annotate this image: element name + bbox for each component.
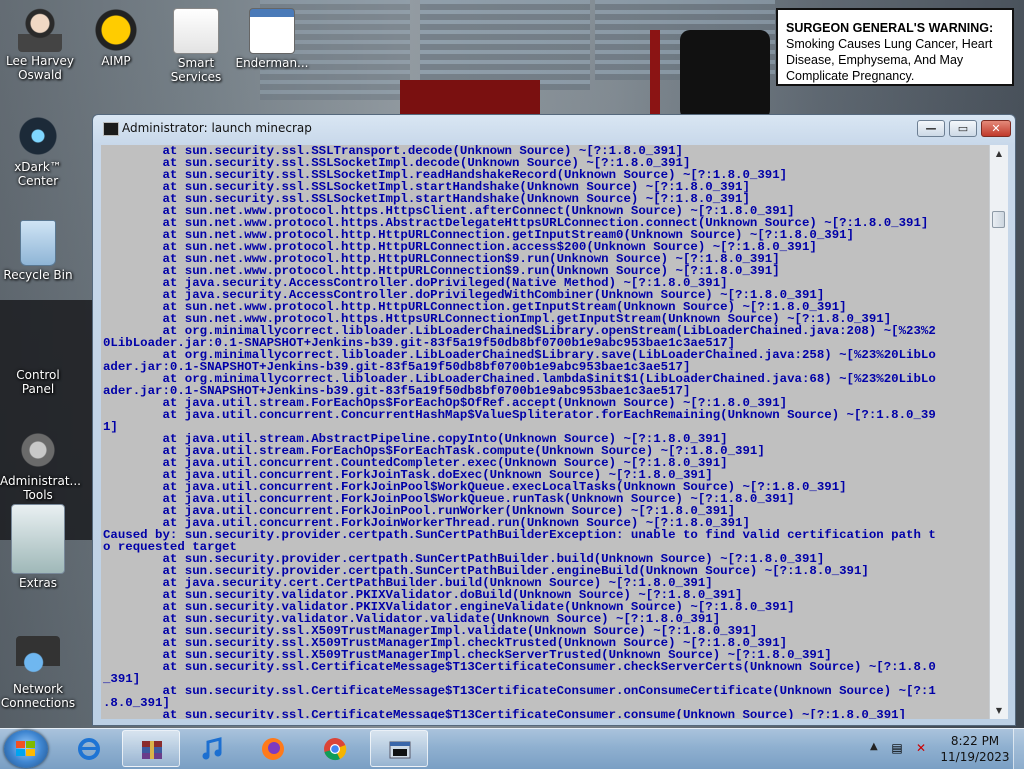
- surgeon-general-warning: SURGEON GENERAL'S WARNING: Smoking Cause…: [776, 8, 1014, 86]
- close-button[interactable]: ✕: [981, 120, 1011, 137]
- chrome-icon: [324, 738, 347, 761]
- desktop-icon-administrative-tools[interactable]: Administrat... Tools: [0, 428, 81, 502]
- console-output[interactable]: at sun.security.ssl.SSLTransport.decode(…: [101, 145, 989, 719]
- desktop-icon-label: xDark™ Center: [14, 160, 62, 188]
- console-window[interactable]: Administrator: launch minecrap — ▭ ✕ at …: [92, 114, 1016, 726]
- archive-icon: [142, 741, 162, 759]
- windows-logo-icon: [16, 741, 35, 756]
- maximize-button[interactable]: ▭: [949, 120, 977, 137]
- minimize-icon: —: [925, 122, 937, 135]
- taskbar-archive[interactable]: [122, 730, 180, 767]
- console-line: at sun.security.ssl.CertificateMessage$T…: [103, 660, 936, 674]
- control-panel-icon: [16, 322, 60, 366]
- desktop-icon-label: AIMP: [101, 54, 131, 68]
- desktop-icon-label: Network Connections: [0, 682, 76, 710]
- taskbar-chrome[interactable]: [306, 730, 364, 767]
- taskbar-music-player[interactable]: [184, 730, 242, 767]
- speaker-graphic: [680, 30, 770, 120]
- internet-explorer-icon: [78, 738, 100, 760]
- taskbar-internet-explorer[interactable]: [60, 730, 118, 767]
- extras-icon: [11, 504, 65, 574]
- minimize-button[interactable]: —: [917, 120, 945, 137]
- firefox-icon: [262, 738, 284, 760]
- console-line: at sun.security.ssl.CertificateMessage$T…: [103, 684, 936, 698]
- close-icon: ✕: [991, 122, 1001, 135]
- vertical-scrollbar[interactable]: ▲ ▼: [989, 145, 1008, 719]
- desktop-icon-control-panel[interactable]: Control Panel: [0, 322, 76, 396]
- console-line: at java.util.concurrent.ConcurrentHashMa…: [103, 408, 936, 422]
- show-desktop-button[interactable]: [1013, 729, 1024, 769]
- clock-time: 8:22 PM: [950, 734, 1000, 748]
- clock[interactable]: 8:22 PM 11/19/2023: [936, 733, 1014, 765]
- desktop-icon-label: Administrat... Tools: [0, 474, 81, 502]
- scroll-up-icon[interactable]: ▲: [990, 145, 1008, 162]
- desktop-icon-xdark-center[interactable]: xDark™ Center: [0, 114, 76, 188]
- network-status-icon[interactable]: ▤: [890, 741, 904, 755]
- console-icon: [389, 741, 411, 759]
- desktop-icon-label: Smart Services: [170, 56, 222, 84]
- desktop-icon-aimp[interactable]: AIMP: [78, 8, 154, 68]
- warning-body: Smoking Causes Lung Cancer, Heart Diseas…: [786, 37, 993, 83]
- desktop-icon-network-connections[interactable]: Network Connections: [0, 636, 76, 710]
- admin-tools-icon: [16, 428, 60, 472]
- taskbar-console[interactable]: [370, 730, 428, 767]
- warning-heading: SURGEON GENERAL'S WARNING:: [786, 21, 994, 35]
- aimp-icon: [94, 8, 138, 52]
- music-player-icon: [202, 737, 222, 760]
- desktop-icon-label: Control Panel: [16, 368, 60, 396]
- desktop-icon-lee-harvey-oswald[interactable]: Lee Harvey Oswald: [2, 8, 78, 82]
- clock-date: 11/19/2023: [940, 750, 1010, 764]
- xdark-icon: [16, 114, 60, 158]
- taskbar-firefox[interactable]: [244, 730, 302, 767]
- taskbar: ▲ ▤ ✕ 8:22 PM 11/19/2023: [0, 728, 1024, 769]
- start-button[interactable]: [4, 730, 48, 768]
- scroll-thumb[interactable]: [992, 211, 1005, 228]
- desktop-icon-label: Recycle Bin: [3, 268, 73, 282]
- desktop-icon-smart-services[interactable]: Smart Services: [158, 8, 234, 84]
- desktop-icon-enderman[interactable]: Enderman...: [234, 8, 310, 70]
- desktop-icon-label: Enderman...: [235, 56, 309, 70]
- window-title: Administrator: launch minecrap: [122, 121, 312, 135]
- app-window-icon: [249, 8, 295, 54]
- title-bar[interactable]: Administrator: launch minecrap — ▭ ✕: [93, 115, 1015, 143]
- maximize-icon: ▭: [957, 122, 969, 135]
- network-icon: [16, 636, 60, 680]
- recycle-bin-icon: [20, 220, 56, 266]
- show-hidden-icons-icon[interactable]: ▲: [870, 741, 878, 752]
- system-tray: ▲ ▤ ✕ 8:22 PM 11/19/2023: [864, 729, 1024, 769]
- volume-muted-icon[interactable]: ✕: [914, 741, 928, 755]
- console-line: at sun.security.ssl.CertificateMessage$T…: [103, 708, 907, 719]
- cmd-icon: [103, 122, 119, 136]
- scroll-down-icon[interactable]: ▼: [990, 702, 1008, 719]
- character-icon: [18, 8, 62, 52]
- desktop-icon-recycle-bin[interactable]: Recycle Bin: [0, 220, 76, 282]
- desktop-icon-extras[interactable]: Extras: [0, 504, 76, 590]
- desktop-icon-label: Extras: [19, 576, 57, 590]
- services-icon: [173, 8, 219, 54]
- desktop-icon-label: Lee Harvey Oswald: [6, 54, 74, 82]
